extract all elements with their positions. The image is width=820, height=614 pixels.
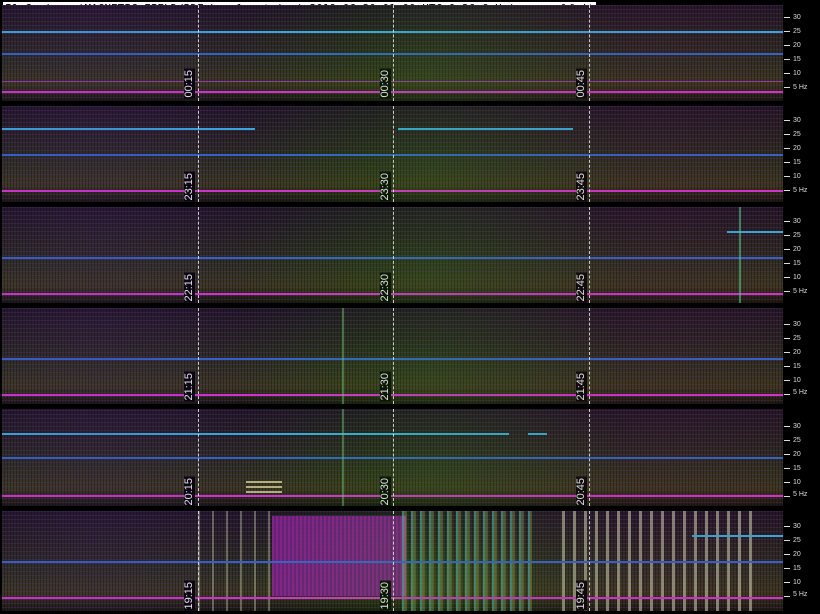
tick-label: 15 bbox=[793, 363, 801, 370]
tick-label: 30 bbox=[793, 523, 801, 530]
time-label: 22:15 bbox=[183, 273, 195, 303]
hour-strip: 20:15 20:30 20:45 bbox=[2, 409, 783, 506]
time-label: 19:45 bbox=[575, 581, 587, 611]
tick-label: 10 bbox=[793, 70, 801, 77]
tick-label: 5 Hz bbox=[793, 389, 808, 396]
tick-label: 15 bbox=[793, 565, 801, 572]
hour-strip: 19:15 19:30 19:45 bbox=[2, 511, 783, 611]
time-label: 19:30 bbox=[379, 581, 391, 611]
tick-label: 5 Hz bbox=[793, 187, 808, 194]
tick-label: 5 Hz bbox=[793, 84, 808, 91]
tick-label: 15 bbox=[793, 465, 801, 472]
tick-label: 25 bbox=[793, 437, 801, 444]
time-label: 22:30 bbox=[379, 273, 391, 303]
hour-strip: 23:15 23:30 23:45 bbox=[2, 106, 783, 202]
time-label: 00:30 bbox=[379, 69, 391, 99]
frequency-axis: 30 25 20 15 10 5 Hz bbox=[784, 207, 820, 303]
hour-strip: 21:15 21:30 21:45 bbox=[2, 308, 783, 404]
tick-label: 5 Hz bbox=[793, 491, 808, 498]
frequency-axis: 30 25 20 15 10 5 Hz bbox=[784, 308, 820, 404]
tick-label: 10 bbox=[793, 479, 801, 486]
tick-label: 30 bbox=[793, 117, 801, 124]
frequency-axis: 30 25 20 15 10 5 Hz bbox=[784, 5, 820, 101]
tick-label: 20 bbox=[793, 42, 801, 49]
frequency-axis: 30 25 20 15 10 5 Hz bbox=[784, 409, 820, 506]
frequency-axis: 30 25 20 15 10 5 Hz bbox=[784, 106, 820, 202]
tick-label: 20 bbox=[793, 246, 801, 253]
tick-label: 20 bbox=[793, 349, 801, 356]
time-label: 00:45 bbox=[575, 69, 587, 99]
time-label: 21:30 bbox=[379, 372, 391, 402]
time-label: 23:30 bbox=[379, 172, 391, 202]
tick-label: 15 bbox=[793, 159, 801, 166]
tick-label: 30 bbox=[793, 423, 801, 430]
tick-label: 25 bbox=[793, 537, 801, 544]
tick-label: 20 bbox=[793, 145, 801, 152]
time-label: 23:45 bbox=[575, 172, 587, 202]
tick-label: 25 bbox=[793, 335, 801, 342]
tick-label: 10 bbox=[793, 377, 801, 384]
tick-label: 25 bbox=[793, 131, 801, 138]
tick-label: 10 bbox=[793, 579, 801, 586]
time-label: 20:45 bbox=[575, 477, 587, 506]
tick-label: 25 bbox=[793, 232, 801, 239]
time-label: 23:15 bbox=[183, 172, 195, 202]
tick-label: 30 bbox=[793, 218, 801, 225]
tick-label: 20 bbox=[793, 451, 801, 458]
tick-label: 5 Hz bbox=[793, 591, 808, 598]
tick-label: 20 bbox=[793, 551, 801, 558]
tick-label: 5 Hz bbox=[793, 288, 808, 295]
tick-label: 10 bbox=[793, 274, 801, 281]
tick-label: 30 bbox=[793, 321, 801, 328]
tick-label: 15 bbox=[793, 56, 801, 63]
frequency-axis: 30 25 20 15 10 5 Hz bbox=[784, 511, 820, 611]
time-label: 20:30 bbox=[379, 477, 391, 506]
time-label: 22:45 bbox=[575, 273, 587, 303]
time-label: 00:15 bbox=[183, 69, 195, 99]
hour-strip: 22:15 22:30 22:45 bbox=[2, 207, 783, 303]
time-label: 21:15 bbox=[183, 372, 195, 402]
tick-label: 10 bbox=[793, 173, 801, 180]
tick-label: 25 bbox=[793, 28, 801, 35]
time-label: 20:15 bbox=[183, 477, 195, 506]
time-label: 19:15 bbox=[183, 581, 195, 611]
hour-strip: 00:15 00:30 00:45 bbox=[2, 5, 783, 101]
time-label: 21:45 bbox=[575, 372, 587, 402]
tick-label: 15 bbox=[793, 260, 801, 267]
spectrogram-page: I1-Cumiana |MAGNETIC FIELD/RDF hourly st… bbox=[0, 0, 820, 614]
tick-label: 30 bbox=[793, 14, 801, 21]
